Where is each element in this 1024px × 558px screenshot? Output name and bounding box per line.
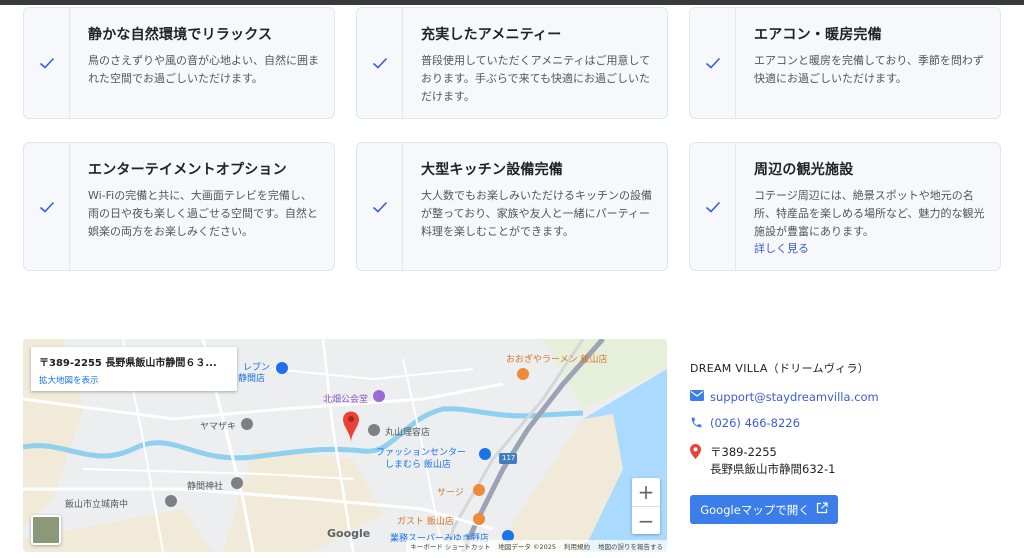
keyboard-shortcuts-link[interactable]: キーボード ショートカット — [410, 541, 490, 551]
address-line: 長野県飯山市静間632-1 — [710, 462, 836, 476]
feature-card-aircon: エアコン・暖房完備エアコンと暖房を完備しており、季節を問わず快適にお過ごしいただ… — [689, 7, 1001, 119]
map-label-sage: サージ — [437, 488, 464, 498]
satellite-toggle-button[interactable] — [31, 515, 61, 545]
feature-description: 普段使用していただくアメニティはご用意しております。手ぶらで来ても快適にお過ごし… — [421, 54, 651, 103]
map-info-box: 〒389-2255 長野県飯山市静間６３... 拡大地図を表示 — [31, 347, 237, 391]
embedded-map[interactable]: レブン 静間店 おおぎやラーメン 飯山店 北畑公会堂 ヤマザキ 丸山理容店 ファ… — [23, 339, 667, 552]
feature-card-nature: 静かな自然環境でリラックス鳥のさえずりや風の音が心地よい、自然に囲まれた空間でお… — [23, 7, 335, 119]
google-logo: Google — [327, 527, 371, 540]
open-google-maps-button[interactable]: Googleマップで開く — [690, 495, 838, 524]
mail-icon — [690, 390, 710, 404]
feature-description: Wi-Fiの完備と共に、大画面テレビを完備し、雨の日や夜も楽しく過ごせる空間です… — [88, 189, 318, 238]
map-label-shimamura: しまむら 飯山店 — [385, 460, 451, 470]
feature-description: 大人数でもお楽しみいただけるキッチンの設備が整っており、家族や友人と一緒にパーテ… — [421, 189, 652, 238]
external-link-icon — [816, 502, 828, 517]
map-footer: キーボード ショートカット 地図データ ©2025 利用規約 地図の誤りを報告す… — [406, 540, 667, 552]
feature-description: エアコンと暖房を完備しており、季節を問わず快適にお過ごしいただけます。 — [754, 54, 984, 85]
feature-title: 充実したアメニティー — [421, 27, 562, 43]
check-icon — [357, 143, 403, 270]
top-bar — [0, 0, 1024, 5]
feature-title: エアコン・暖房完備 — [754, 27, 882, 43]
map-label-gusto: ガスト 飯山店 — [397, 517, 454, 527]
map-label-kitahata: 北畑公会堂 — [323, 395, 369, 405]
map-label-maruyama: 丸山理容店 — [385, 428, 431, 438]
more-link[interactable]: 詳しく見る — [754, 241, 986, 257]
feature-card-amenity: 充実したアメニティー普段使用していただくアメニティはご用意しております。手ぶらで… — [356, 7, 668, 119]
check-icon — [690, 8, 736, 118]
map-label-shrine: 静間神社 — [187, 482, 224, 492]
feature-title: エンターテイメントオプション — [88, 162, 287, 178]
phone-icon — [690, 416, 710, 432]
phone-row: (026) 466-8226 — [690, 416, 879, 432]
map-data-credit: 地図データ ©2025 — [498, 543, 556, 551]
map-label-shizuma: 静間店 — [238, 374, 266, 384]
zoom-out-button[interactable]: − — [632, 507, 660, 535]
check-icon — [24, 143, 70, 270]
contact-info: DREAM VILLA（ドリームヴィラ） support@staydreamvi… — [690, 360, 879, 490]
email-link[interactable]: support@staydreamvilla.com — [710, 390, 879, 404]
zoom-control: + − — [632, 478, 660, 534]
map-address: 〒389-2255 長野県飯山市静間６３... — [39, 358, 217, 369]
feature-card-sightseeing: 周辺の観光施設コテージ周辺には、絶景スポットや地元の名所、特産品を楽しめる場所な… — [689, 142, 1001, 271]
feature-description: コテージ周辺には、絶景スポットや地元の名所、特産品を楽しめる場所など、魅力的な観… — [754, 189, 985, 238]
address-zip: 〒389-2255 — [710, 445, 777, 459]
feature-card-entertainment: エンターテイメントオプション Wi-Fiの完備と共に、大画面テレビを完備し、雨の日… — [23, 142, 335, 271]
zoom-in-button[interactable]: + — [632, 478, 660, 506]
enlarge-map-link[interactable]: 拡大地図を表示 — [39, 374, 229, 386]
open-google-maps-label: Googleマップで開く — [700, 502, 810, 517]
report-error-link[interactable]: 地図の誤りを報告する — [598, 541, 663, 551]
check-icon — [357, 8, 403, 118]
feature-card-kitchen: 大型キッチン設備完備大人数でもお楽しみいただけるキッチンの設備が整っており、家族… — [356, 142, 668, 271]
feature-description: 鳥のさえずりや風の音が心地よい、自然に囲まれた空間でお過ごしいただけます。 — [88, 54, 319, 85]
map-label-ookiya: おおぎやラーメン 飯山店 — [506, 355, 608, 365]
terms-link[interactable]: 利用規約 — [564, 541, 590, 551]
address-row: 〒389-2255 長野県飯山市静間632-1 — [690, 444, 879, 478]
email-row: support@staydreamvilla.com — [690, 390, 879, 404]
map-label-yamazaki: ヤマザキ — [200, 422, 237, 432]
check-icon — [24, 8, 70, 118]
feature-title: 静かな自然環境でリラックス — [88, 27, 273, 43]
map-pin-icon — [690, 444, 710, 462]
villa-name: DREAM VILLA（ドリームヴィラ） — [690, 362, 870, 375]
phone-link[interactable]: (026) 466-8226 — [710, 416, 800, 430]
map-label-road: 117 — [502, 454, 516, 462]
check-icon — [690, 143, 736, 270]
map-label-school: 飯山市立城南中 — [65, 500, 129, 510]
feature-title: 大型キッチン設備完備 — [421, 162, 563, 178]
feature-title: 周辺の観光施設 — [754, 162, 854, 178]
